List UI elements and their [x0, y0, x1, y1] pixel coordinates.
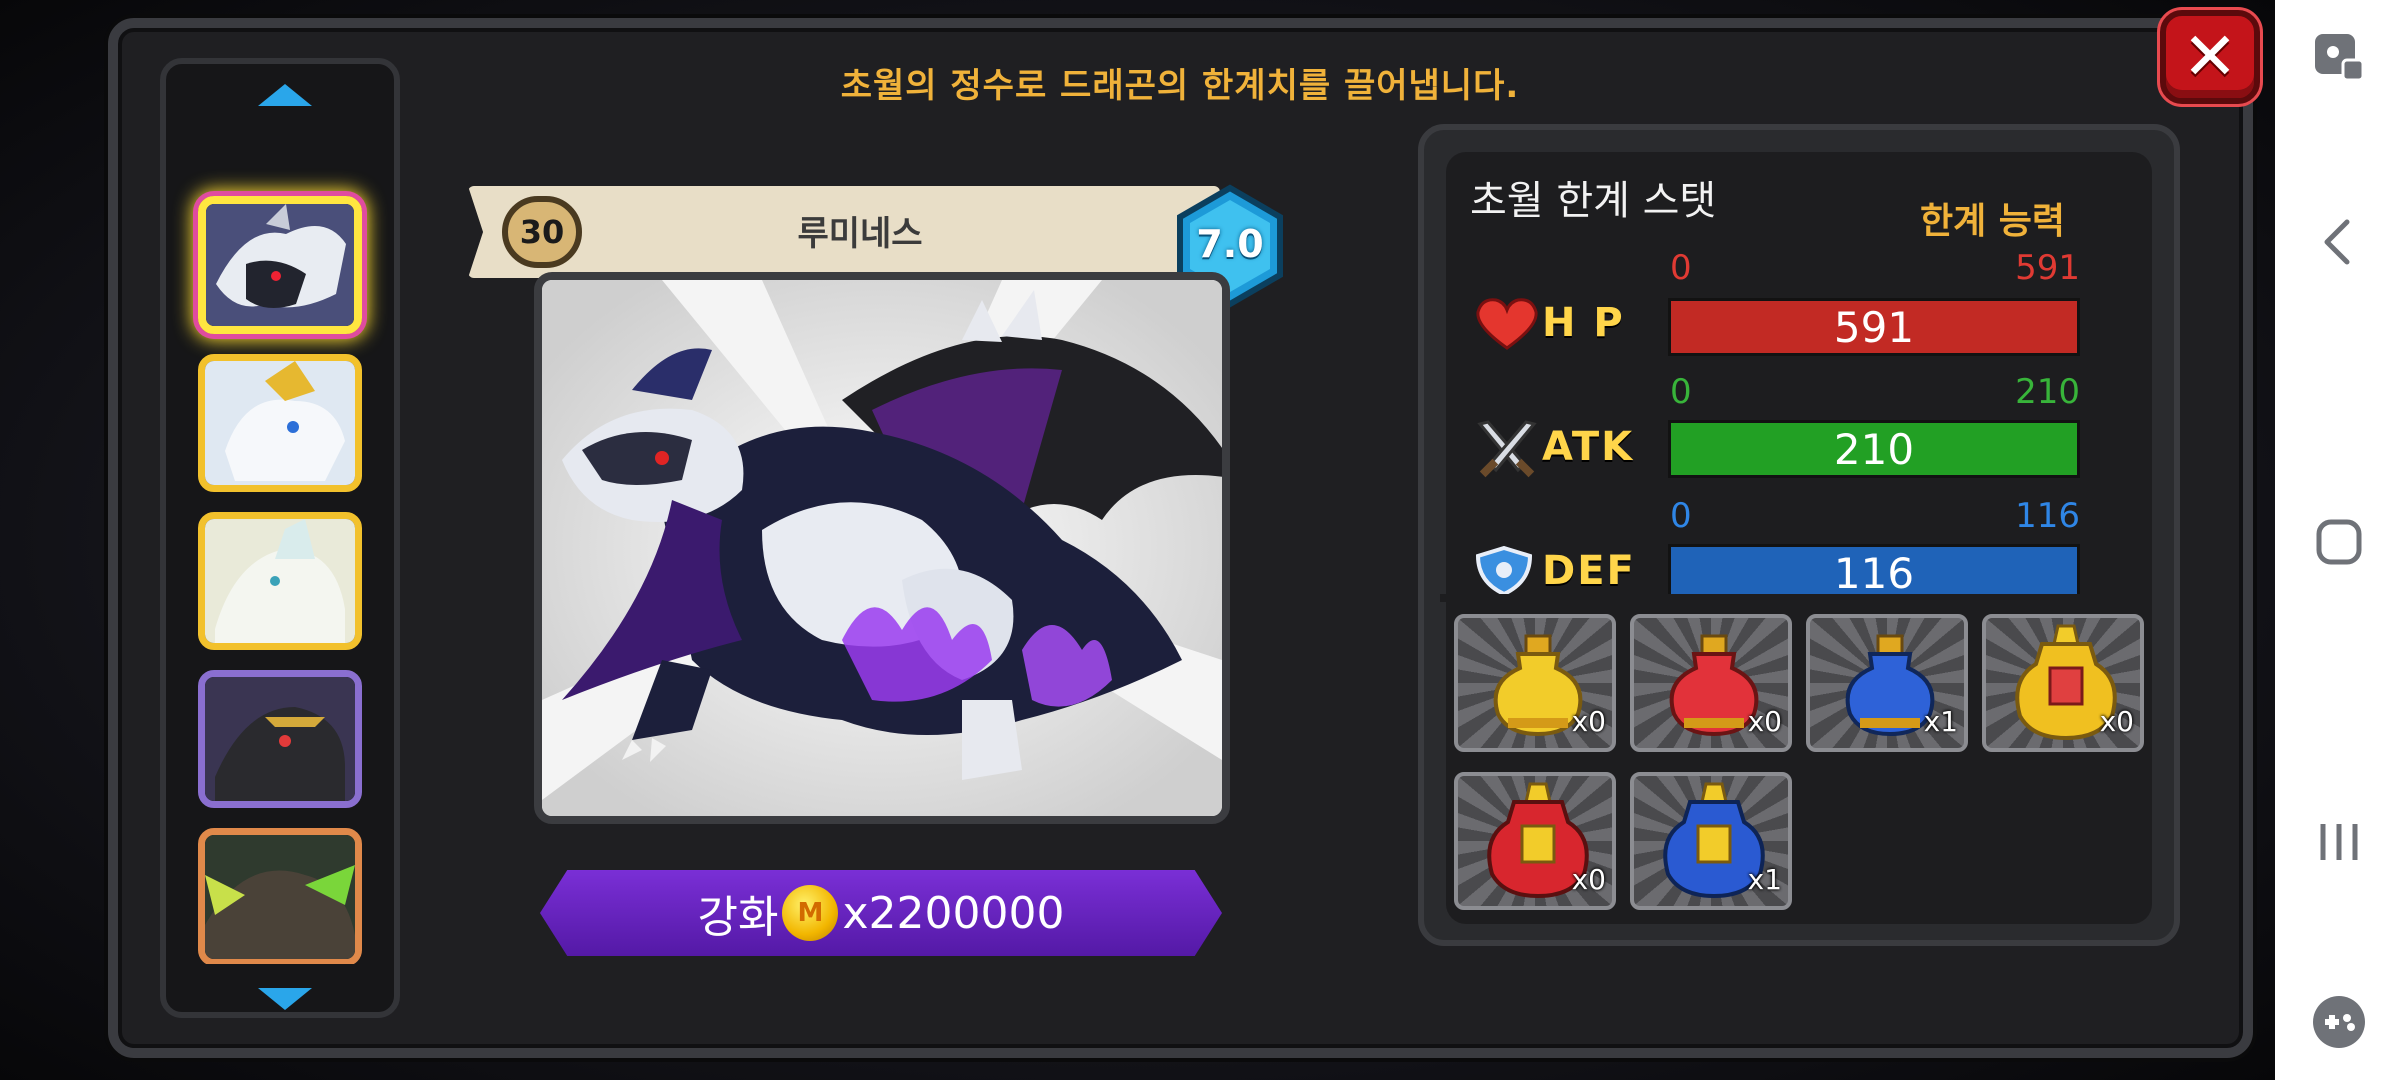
hp-min: 0	[1670, 248, 1692, 288]
potion-count: x0	[2099, 705, 2134, 738]
dragon-thumb-selected[interactable]	[198, 196, 362, 334]
game-tools-icon[interactable]	[2311, 994, 2367, 1050]
scroll-down-button[interactable]	[258, 988, 312, 1010]
recents-icon[interactable]	[2311, 814, 2367, 870]
close-button[interactable]: ✕	[2160, 10, 2260, 104]
potion-slot-red[interactable]: x0	[1630, 614, 1792, 752]
gold-coin-icon: M	[782, 885, 839, 941]
dragon-thumb[interactable]	[198, 354, 362, 492]
level-badge: 30	[502, 196, 582, 268]
scroll-up-button[interactable]	[258, 84, 312, 106]
dragon-thumb[interactable]	[198, 670, 362, 808]
potion-count: x0	[1571, 705, 1606, 738]
home-icon[interactable]	[2311, 514, 2367, 570]
back-icon[interactable]	[2311, 214, 2367, 270]
game-area: 초월의 정수로 드래곤의 한계치를 끌어냅니다. ✕ 30 루미네스 7.0 강…	[0, 0, 2275, 1080]
def-value: 116	[1833, 549, 1915, 598]
system-nav-bar	[2275, 0, 2400, 1080]
potion-slot-blue-large[interactable]: x1	[1630, 772, 1792, 910]
def-label: DEF	[1542, 548, 1636, 594]
stats-title: 초월 한계 스탯	[1470, 178, 1717, 224]
atk-bar: 210	[1668, 420, 2080, 478]
atk-max: 210	[2015, 372, 2080, 412]
upgrade-label: 강화	[697, 892, 779, 943]
potion-slot-blue[interactable]: x1	[1806, 614, 1968, 752]
dragon-name: 루미네스	[797, 214, 923, 254]
dragon-portrait	[534, 272, 1230, 824]
dragon-thumb[interactable]	[198, 828, 362, 964]
dragon-image	[542, 280, 1222, 816]
close-icon: ✕	[2182, 18, 2238, 95]
dragon-thumb[interactable]	[198, 512, 362, 650]
dragon-list-viewport	[166, 126, 394, 964]
potion-count: x0	[1747, 705, 1782, 738]
upgrade-button[interactable]: 강화 M x2200000	[540, 870, 1222, 956]
hp-bar: 591	[1668, 298, 2080, 356]
atk-min: 0	[1670, 372, 1692, 412]
hp-label: H P	[1542, 300, 1625, 346]
potion-count: x0	[1571, 863, 1606, 896]
dragon-list[interactable]	[160, 58, 400, 1018]
potion-count: x1	[1747, 863, 1782, 896]
def-min: 0	[1670, 496, 1692, 536]
hp-max: 591	[2015, 248, 2080, 288]
heart-icon	[1476, 298, 1538, 350]
panel-subtitle: 초월의 정수로 드래곤의 한계치를 끌어냅니다.	[840, 66, 1520, 106]
screen-touch-icon[interactable]	[2311, 30, 2367, 86]
limit-ability-label: 한계 능력	[1920, 201, 2066, 242]
shield-icon	[1475, 546, 1533, 596]
atk-value: 210	[1833, 425, 1915, 474]
crossed-swords-icon	[1477, 420, 1537, 478]
potion-slot-red-large[interactable]: x0	[1454, 772, 1616, 910]
def-max: 116	[2015, 496, 2080, 536]
potion-slot-yellow-large[interactable]: x0	[1982, 614, 2144, 752]
potion-slot-yellow[interactable]: x0	[1454, 614, 1616, 752]
atk-label: ATK	[1542, 424, 1635, 470]
potion-count: x1	[1923, 705, 1958, 738]
grade-value: 7.0	[1196, 222, 1264, 266]
upgrade-cost: x2200000	[842, 887, 1065, 939]
hp-value: 591	[1833, 303, 1915, 352]
